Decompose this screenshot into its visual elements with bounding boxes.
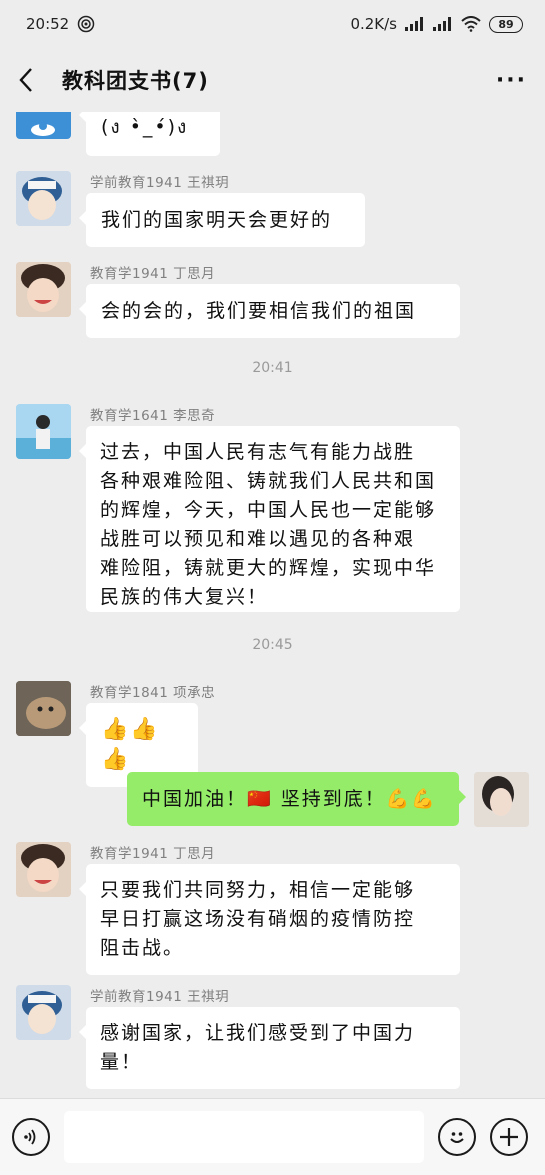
timestamp: 20:45 — [252, 637, 293, 653]
sender-name: 教育学1941 丁思月 — [90, 266, 216, 282]
message-bubble[interactable]: (ง •̀_•́)ง — [79, 112, 220, 156]
message-line: 民族的伟大复兴！ — [100, 586, 269, 608]
message-line: 难险阻，铸就更大的辉煌，实现中华 — [100, 557, 437, 579]
avatar[interactable] — [16, 262, 71, 317]
voice-button[interactable] — [12, 1118, 50, 1156]
muscle-emoji: 💪💪 — [385, 788, 438, 810]
status-time: 20:52 — [26, 15, 70, 33]
message-bubble[interactable]: 只要我们共同努力，相信一定能够 早日打赢这场没有硝烟的疫情防控 阻击战。 — [79, 864, 460, 975]
sender-name: 教育学1841 项承忠 — [90, 685, 216, 701]
message-input[interactable] — [64, 1111, 424, 1163]
message-text: 我们的国家明天会更好的 — [101, 209, 333, 231]
battery-indicator: 89 — [489, 15, 523, 33]
chevron-left-icon — [19, 68, 32, 92]
message-text: (ง •̀_•́)ง — [101, 116, 189, 138]
input-bar — [0, 1098, 545, 1175]
emoji-button[interactable] — [438, 1118, 476, 1156]
hotspot-icon — [77, 15, 95, 33]
sender-name: 学前教育1941 王祺玥 — [90, 989, 230, 1005]
plus-icon — [500, 1128, 518, 1146]
message-line: 各种艰难险阻、铸就我们人民共和国 — [100, 470, 437, 492]
message-line: 阻击战。 — [100, 937, 185, 959]
sender-name: 教育学1641 李思奇 — [90, 408, 216, 424]
thumbs-up-emoji: 👍👍👍 — [101, 717, 160, 772]
chat-header: 教科团支书(7) ··· — [0, 48, 545, 112]
timestamp: 20:41 — [252, 360, 293, 376]
message-bubble[interactable]: 会的会的，我们要相信我们的祖国 — [79, 284, 460, 338]
message-text: 坚持到底！ — [272, 788, 386, 810]
status-bar: 20:52 0.2K/s 89 — [0, 0, 545, 48]
signal-icon-2 — [433, 17, 451, 31]
chat-title: 教科团支书(7) — [62, 69, 209, 93]
avatar-self[interactable] — [474, 772, 529, 827]
message-line: 的辉煌，今天，中国人民也一定能够 — [100, 499, 437, 521]
avatar[interactable] — [16, 681, 71, 736]
message-line: 早日打赢这场没有硝烟的疫情防控 — [100, 908, 416, 930]
avatar[interactable] — [16, 985, 71, 1040]
emoji-icon — [450, 1132, 464, 1143]
sender-name: 教育学1941 丁思月 — [90, 846, 216, 862]
message-line: 战胜可以预见和难以遇见的各种艰 — [100, 528, 416, 550]
net-speed: 0.2K/s — [350, 15, 397, 33]
avatar[interactable] — [16, 404, 71, 459]
battery-level: 89 — [498, 17, 514, 31]
message-line: 感谢国家，让我们感受到了中国力 — [100, 1022, 416, 1044]
china-flag-emoji: 🇨🇳 — [247, 788, 273, 810]
message-text: 中国加油！ — [142, 788, 248, 810]
message-line: 过去，中国人民有志气有能力战胜 — [100, 441, 416, 463]
message-list[interactable]: (ง •̀_•́)ง 学前教育1941 王祺玥 我们的国家明天会更好的 教育学1… — [0, 112, 545, 1098]
avatar[interactable] — [16, 112, 71, 139]
message-line: 只要我们共同努力，相信一定能够 — [100, 879, 416, 901]
message-bubble[interactable]: 感谢国家，让我们感受到了中国力 量！ — [79, 1007, 460, 1089]
signal-icon — [405, 17, 423, 31]
message-bubble[interactable]: 过去，中国人民有志气有能力战胜 各种艰难险阻、铸就我们人民共和国 的辉煌，今天，… — [79, 426, 460, 612]
avatar[interactable] — [16, 842, 71, 897]
sender-name: 学前教育1941 王祺玥 — [90, 175, 230, 191]
message-line: 量！ — [100, 1051, 143, 1073]
message-bubble-self[interactable]: 中国加油！🇨🇳 坚持到底！💪💪 — [127, 772, 466, 826]
more-options-button[interactable]: ··· — [496, 68, 527, 93]
message-bubble[interactable]: 我们的国家明天会更好的 — [79, 193, 365, 247]
plus-button[interactable] — [490, 1118, 528, 1156]
message-text: 会的会的，我们要相信我们的祖国 — [101, 300, 417, 322]
back-button[interactable] — [18, 65, 42, 95]
avatar[interactable] — [16, 171, 71, 226]
wifi-icon — [461, 16, 481, 32]
voice-icon — [24, 1129, 36, 1145]
